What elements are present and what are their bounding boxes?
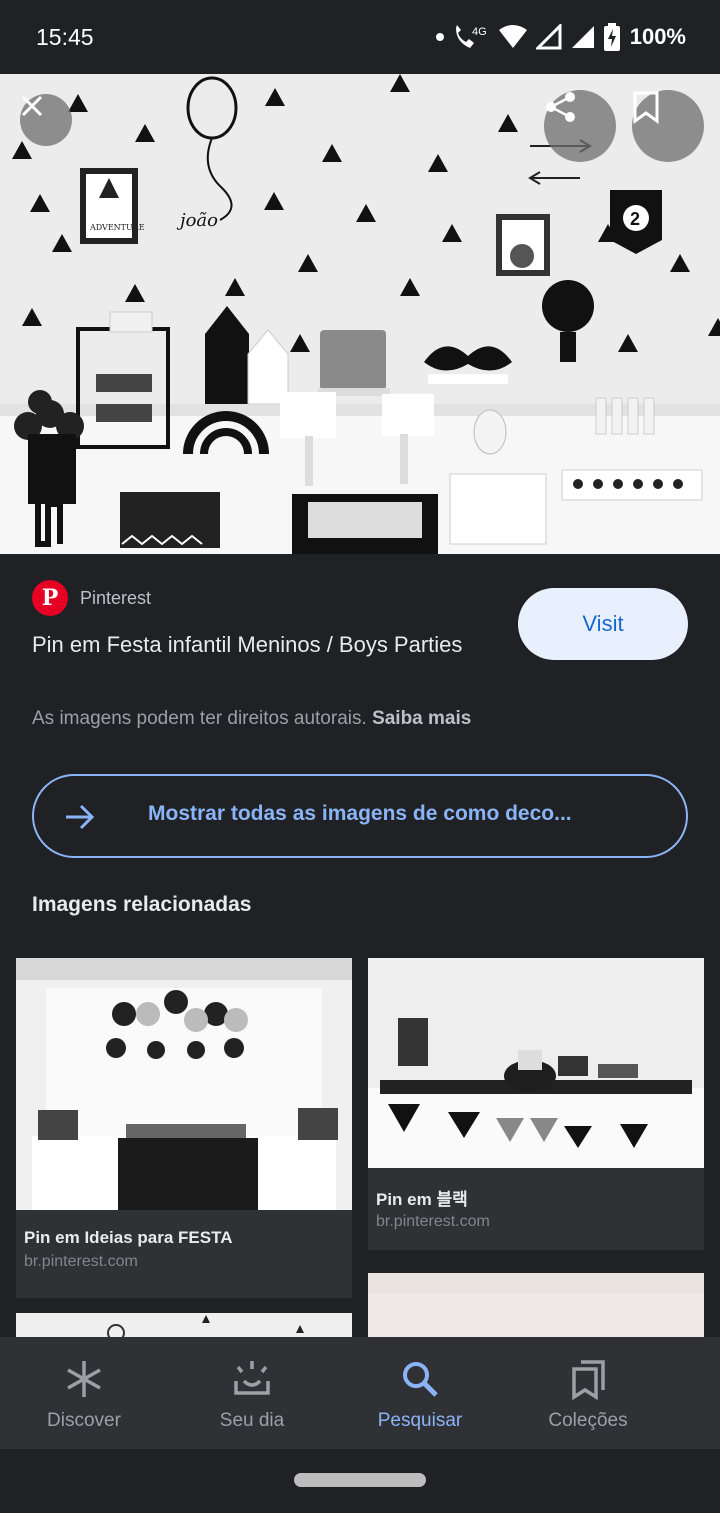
svg-text:2: 2: [630, 209, 640, 229]
battery-charging-icon: [603, 23, 620, 51]
share-icon: [546, 92, 575, 122]
related-source: br.pinterest.com: [24, 1253, 138, 1270]
related-thumbnail: [16, 1313, 352, 1337]
status-time: 15:45: [36, 24, 94, 50]
related-image-card[interactable]: Pin em 블랙 br.pinterest.com: [368, 958, 704, 1250]
collections-icon: [572, 1360, 605, 1401]
pinterest-logo-icon: P: [32, 580, 68, 616]
nav-label: Pesquisar: [377, 1410, 463, 1431]
nav-label: Discover: [47, 1410, 121, 1431]
battery-percent: 100%: [629, 24, 686, 49]
nav-discover[interactable]: Discover: [0, 1337, 168, 1449]
related-source: br.pinterest.com: [376, 1213, 490, 1230]
related-image-card[interactable]: Pin em Ideias para FESTA br.pinterest.co…: [16, 958, 352, 1298]
related-image-card[interactable]: [16, 1313, 352, 1337]
visit-button[interactable]: Visit: [518, 588, 688, 660]
source-info[interactable]: P Pinterest: [32, 580, 151, 616]
svg-text:4G: 4G: [472, 26, 487, 38]
save-bookmark-button[interactable]: [632, 90, 704, 162]
bookmark-icon: [633, 91, 659, 124]
copyright-notice: As imagens podem ter direitos autorais. …: [32, 708, 471, 730]
learn-more-link[interactable]: Saiba mais: [372, 708, 471, 729]
nav-colecoes[interactable]: Coleções: [504, 1337, 672, 1449]
bottom-navigation: Discover Seu dia Pesquisar Coleções: [0, 1337, 720, 1449]
hero-image[interactable]: ADVENTURE joão 2: [0, 74, 720, 554]
related-images-heading: Imagens relacionadas: [32, 893, 252, 916]
wifi-icon: [498, 25, 527, 48]
svg-text:ADVENTURE: ADVENTURE: [89, 223, 145, 232]
show-all-images-button[interactable]: Mostrar todas as imagens de como deco...: [32, 774, 688, 858]
asterisk-icon: [67, 1361, 101, 1397]
show-all-label: Mostrar todas as imagens de como deco...: [148, 802, 572, 825]
result-title[interactable]: Pin em Festa infantil Meninos / Boys Par…: [32, 628, 472, 662]
gesture-navigation-area: [0, 1449, 720, 1513]
status-bar: 15:45 4G 100%: [0, 0, 720, 74]
nav-label: Coleções: [548, 1410, 628, 1431]
signal-icon: [535, 24, 562, 50]
search-icon: [403, 1362, 438, 1397]
notification-dot-icon: [435, 33, 444, 41]
sunrise-icon: [234, 1361, 270, 1395]
close-button[interactable]: [20, 94, 72, 146]
nav-seu-dia[interactable]: Seu dia: [168, 1337, 336, 1449]
status-icons: 4G 100%: [435, 20, 686, 54]
related-thumbnail: [16, 958, 352, 1210]
phone-4g-icon: 4G: [455, 25, 487, 48]
close-icon: [21, 95, 43, 117]
source-name: Pinterest: [80, 587, 152, 608]
share-button[interactable]: [544, 90, 616, 162]
nav-pesquisar[interactable]: Pesquisar: [336, 1337, 504, 1449]
svg-text:joão: joão: [176, 210, 218, 231]
party-table-illustration: ADVENTURE joão 2: [0, 74, 720, 554]
home-gesture-handle[interactable]: [294, 1473, 426, 1487]
signal-icon: [571, 26, 594, 48]
nav-label: Seu dia: [219, 1410, 285, 1431]
copyright-text: As imagens podem ter direitos autorais.: [32, 708, 367, 729]
arrow-right-icon: [66, 804, 95, 830]
related-thumbnail: [368, 1273, 704, 1337]
related-title: Pin em 블랙: [376, 1190, 468, 1209]
related-image-card[interactable]: [368, 1273, 704, 1337]
related-title: Pin em Ideias para FESTA: [24, 1228, 233, 1247]
related-thumbnail: [368, 958, 704, 1168]
